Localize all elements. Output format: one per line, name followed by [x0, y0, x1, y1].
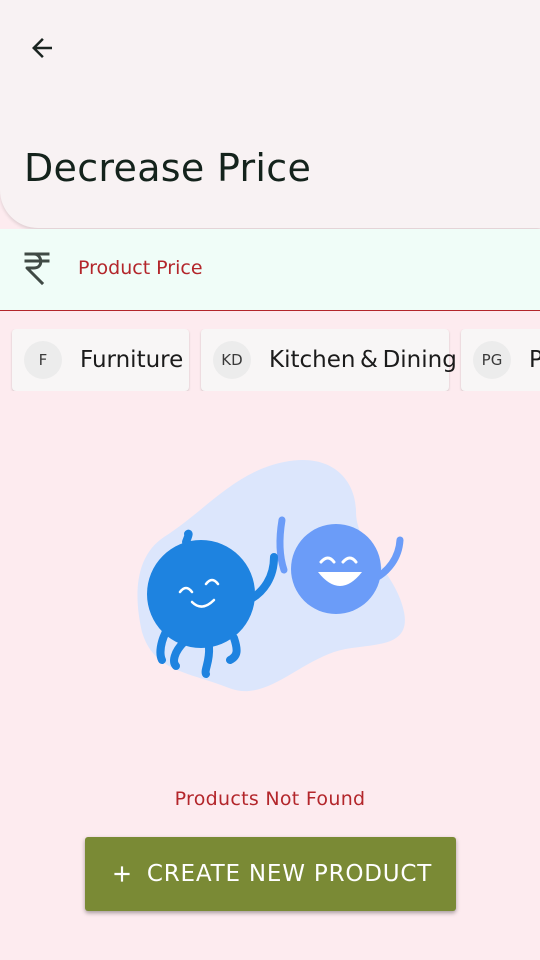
category-chip-furniture[interactable]: F Furniture	[12, 329, 189, 391]
chip-avatar: PG	[473, 341, 511, 379]
chip-avatar: KD	[213, 341, 251, 379]
product-price-field[interactable]: Product Price	[0, 229, 540, 311]
category-chip-partial[interactable]: PG P	[461, 329, 540, 391]
chip-label: Furniture	[80, 347, 184, 373]
arrow-left-icon	[32, 38, 52, 58]
chip-avatar: F	[24, 341, 62, 379]
dark-character	[147, 540, 255, 648]
create-new-product-button[interactable]: CREATE NEW PRODUCT	[85, 837, 456, 911]
page-title: Decrease Price	[24, 146, 312, 190]
chip-label: Kitchen & Dining	[269, 347, 457, 373]
empty-state-illustration	[137, 460, 405, 692]
product-price-placeholder: Product Price	[78, 257, 203, 279]
category-chip-list: F Furniture KD Kitchen & Dining PG P	[0, 329, 540, 391]
app-header: Decrease Price	[0, 0, 540, 228]
category-chip-kitchen-dining[interactable]: KD Kitchen & Dining	[201, 329, 457, 391]
light-character	[291, 524, 381, 614]
back-button[interactable]	[18, 26, 66, 70]
rupee-icon	[24, 252, 50, 286]
chip-label: P	[529, 347, 540, 373]
empty-state-message: Products Not Found	[174, 788, 366, 810]
create-button-label: CREATE NEW PRODUCT	[146, 861, 433, 887]
plus-icon	[114, 866, 130, 882]
